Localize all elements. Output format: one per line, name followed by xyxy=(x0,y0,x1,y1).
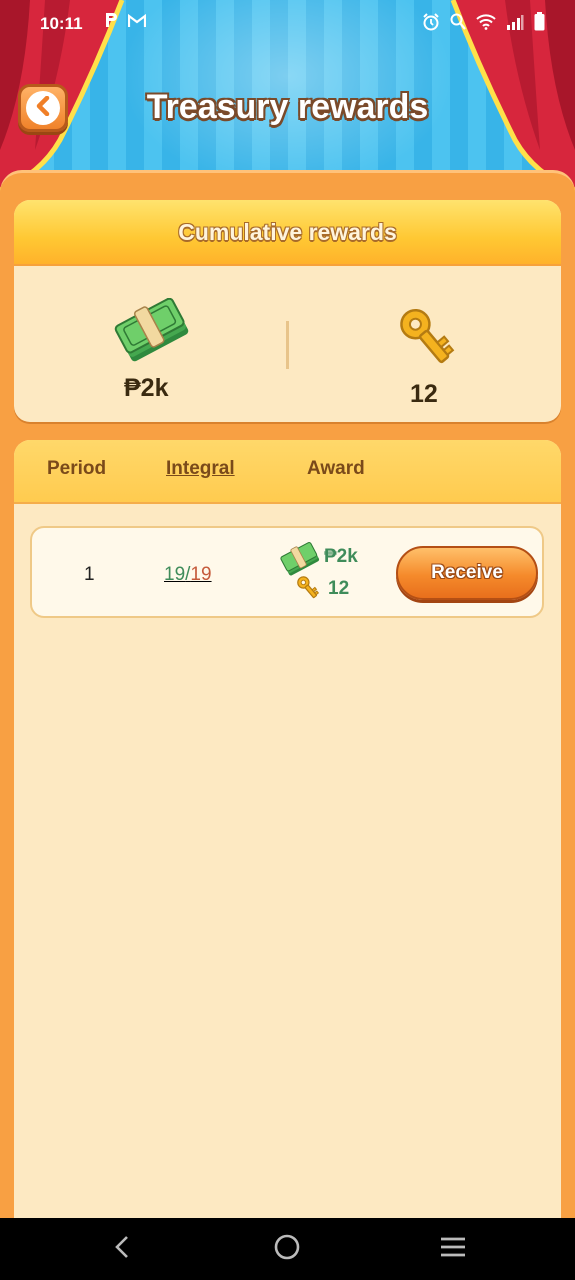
receive-button-label: Receive xyxy=(431,562,503,583)
system-nav-bar xyxy=(0,1218,575,1280)
nav-home-button[interactable] xyxy=(267,1232,307,1266)
award-money-value: ₱2k xyxy=(324,546,358,567)
p-icon xyxy=(104,13,128,32)
alarm-icon xyxy=(422,12,440,36)
cumulative-rewards-title: Cumulative rewards xyxy=(178,218,397,245)
status-bar: 10:11 xyxy=(0,0,575,46)
wifi-icon xyxy=(476,13,496,35)
cumulative-key-value: 12 xyxy=(410,380,438,408)
list-item: 1 19/19 ₱2k 12 Receive xyxy=(30,526,544,618)
home-nav-icon xyxy=(273,1233,301,1266)
back-nav-icon xyxy=(113,1235,131,1264)
row-integral[interactable]: 19/19 xyxy=(164,564,212,586)
nav-recents-button[interactable] xyxy=(433,1232,473,1266)
status-right-icons xyxy=(422,12,545,36)
status-left-icons xyxy=(104,12,147,33)
search-icon xyxy=(450,13,466,36)
cumulative-rewards-body: ₱2k 12 xyxy=(14,266,561,422)
cumulative-money-value: ₱2k xyxy=(124,374,169,402)
cumulative-rewards-header: Cumulative rewards xyxy=(14,200,561,266)
page-title: Treasury rewards xyxy=(146,88,429,126)
summary-divider xyxy=(286,321,289,369)
status-time: 10:11 xyxy=(40,14,83,33)
period-list-card: Period Integral Award 1 19/19 ₱2k 12 Rec… xyxy=(14,440,561,1240)
column-header-award: Award xyxy=(307,458,365,479)
integral-total: 19 xyxy=(190,564,212,585)
recents-nav-icon xyxy=(440,1236,466,1263)
signal-icon xyxy=(506,14,524,35)
cumulative-rewards-card: Cumulative rewards ₱2k 12 xyxy=(14,200,561,422)
row-period: 1 xyxy=(84,564,95,585)
golden-key-icon xyxy=(294,574,322,607)
receive-button[interactable]: Receive xyxy=(396,546,538,600)
gmail-icon xyxy=(128,13,147,32)
award-key-value: 12 xyxy=(328,578,350,599)
list-header: Period Integral Award xyxy=(14,440,561,504)
column-header-integral[interactable]: Integral xyxy=(166,458,235,480)
column-header-period: Period xyxy=(47,458,107,479)
nav-back-button[interactable] xyxy=(102,1232,142,1266)
golden-key-icon xyxy=(392,304,462,377)
integral-current: 19 xyxy=(164,564,186,585)
battery-icon xyxy=(534,12,545,36)
cash-stack-icon xyxy=(114,297,190,367)
